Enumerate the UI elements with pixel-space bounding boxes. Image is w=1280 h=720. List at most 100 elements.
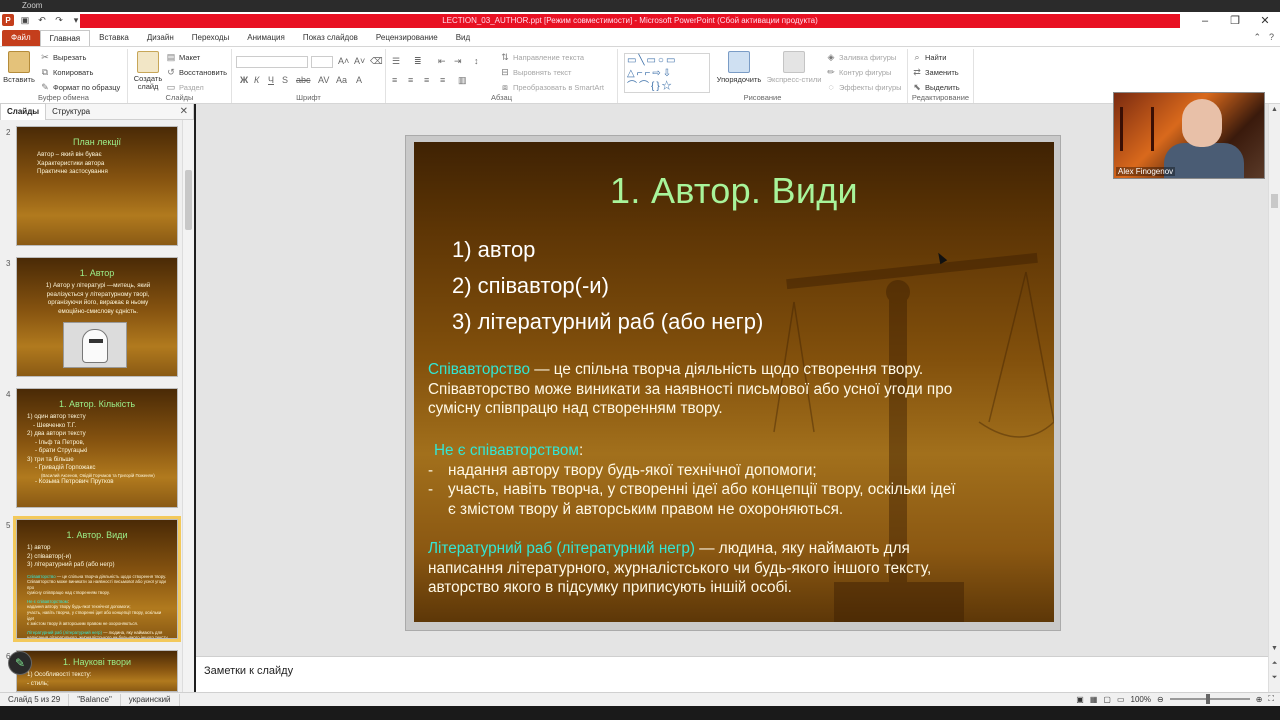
align-left-icon[interactable]: ≡ [392,75,397,85]
shapes-gallery[interactable]: ▭╲▭○▭ △⌐⌐⇨⇩ ⌒⌒{}☆ [624,53,710,93]
align-text-button[interactable]: ⊟ Выровнять текст [500,67,571,77]
collapse-ribbon-icon[interactable]: ⌃ [1253,32,1261,43]
zoom-in-icon[interactable]: ⊕ [1256,695,1263,704]
justify-icon[interactable]: ≡ [440,75,445,85]
font-name-combo[interactable] [236,56,308,68]
section-button[interactable]: ▭ Раздел [166,82,204,92]
zoom-level[interactable]: 100% [1131,695,1151,704]
zoom-slider[interactable] [1169,694,1250,704]
reading-view-icon[interactable]: ▢ [1103,695,1111,704]
tab-review[interactable]: Рецензирование [367,30,447,46]
shrink-font-icon[interactable]: A˅ [354,56,365,66]
slide-title[interactable]: 1. Автор. Види [414,170,1054,212]
tab-view[interactable]: Вид [447,30,479,46]
list-item: 3) літературний раб (або негр) [452,309,764,334]
tab-transitions[interactable]: Переходы [183,30,239,46]
slide-thumbnail[interactable]: 1. Автор. Кількість 1) один автор тексту… [16,388,178,508]
slide[interactable]: 1. Автор. Види 1) автор 2) співавтор(-и)… [414,142,1054,622]
quick-styles-button[interactable]: Экспресс-стили [766,51,822,84]
undo-icon[interactable]: ↶ [36,14,48,26]
clear-format-icon[interactable]: ⌫ [370,56,383,67]
participant-video[interactable]: Alex Finogenov [1113,92,1265,179]
slide-thumbnail[interactable]: 1. Автор 1) Автор у літературі —митець, … [16,257,178,377]
paste-button[interactable]: Вставить [2,51,36,84]
thumbnail-title: 1. Автор [79,268,115,278]
increase-indent-icon[interactable]: ⇥ [454,56,462,67]
next-slide-icon[interactable]: ⏷ [1269,674,1280,682]
language-indicator[interactable]: украинский [121,693,180,706]
new-slide-button[interactable]: Создать слайд [132,51,164,91]
font-color-icon[interactable]: A [356,75,362,85]
slide-thumbnail[interactable]: План лекції Автор – який він буває Харак… [16,126,178,246]
layout-button[interactable]: ▤ Макет [166,52,201,62]
paragraph-ghostwriter[interactable]: Літературний раб (літературний негр) — л… [428,539,931,598]
copy-button[interactable]: ⧉ Копировать [40,67,94,77]
paragraph-coauthorship[interactable]: Співавторство — це спільна творча діяльн… [428,360,952,419]
shape-fill-button[interactable]: ◈ Заливка фигуры [826,52,897,62]
close-pane-icon[interactable]: ✕ [180,106,188,117]
bullets-icon[interactable]: ☰ [392,56,400,67]
zoom-label: Zoom [22,1,43,10]
replace-button[interactable]: ⇄ Заменить [912,67,958,77]
grow-font-icon[interactable]: A˄ [338,56,349,66]
paragraph-not-coauthorship[interactable]: Не є співавторством: - надання автору тво… [428,441,956,519]
arrange-button[interactable]: Упорядочить [716,51,762,84]
text-direction-button[interactable]: ⇅ Направление текста [500,52,584,62]
cut-button[interactable]: ✂ Вырезать [40,52,86,62]
smartart-button[interactable]: ⧈ Преобразовать в SmartArt [500,82,604,92]
tab-slides[interactable]: Слайды [0,103,47,120]
scrollbar-thumb[interactable] [1271,194,1278,208]
font-size-combo[interactable] [311,56,333,68]
slide-thumbnail[interactable]: 1. Наукові твори 1) Особливості тексту: … [16,650,178,692]
align-center-icon[interactable]: ≡ [408,75,413,85]
effects-icon: ◌ [828,82,834,92]
annotate-pen-icon[interactable]: ✎ [8,651,32,675]
shadow-icon[interactable]: S [282,75,288,85]
tab-animations[interactable]: Анимация [238,30,294,46]
shape-effects-button[interactable]: ◌ Эффекты фигуры [826,82,901,92]
tab-slideshow[interactable]: Показ слайдов [294,30,367,46]
tab-design[interactable]: Дизайн [138,30,183,46]
underline-icon[interactable]: Ч [268,75,274,85]
help-icon[interactable]: ? [1269,32,1274,43]
bold-icon[interactable]: Ж [240,75,248,85]
slides-pane-scrollbar[interactable] [182,120,194,692]
close-button[interactable]: ✕ [1250,12,1280,30]
tab-insert[interactable]: Вставка [90,30,138,46]
powerpoint-app-icon[interactable]: P [2,14,14,26]
tab-file[interactable]: Файл [2,30,40,46]
scrollbar-thumb[interactable] [185,170,192,230]
scroll-up-icon[interactable]: ▲ [1269,106,1280,113]
align-right-icon[interactable]: ≡ [424,75,429,85]
redo-icon[interactable]: ↷ [53,14,65,26]
select-button[interactable]: ⬉ Выделить [912,82,959,92]
save-icon[interactable]: ▣ [19,14,31,26]
shape-outline-button[interactable]: ✏ Контур фигуры [826,67,891,77]
strike-icon[interactable]: abc [296,75,311,85]
reset-button[interactable]: ↺ Восстановить [166,67,227,77]
columns-icon[interactable]: ▥ [458,75,467,86]
slide-list[interactable]: 1) автор 2) співавтор(-и) 3) літературни… [452,232,763,340]
previous-slide-icon[interactable]: ⏶ [1269,660,1280,668]
notes-input[interactable]: Заметки к слайду [196,656,1268,692]
normal-view-icon[interactable]: ▣ [1076,695,1084,704]
scroll-down-icon[interactable]: ▼ [1269,645,1280,652]
spacing-icon[interactable]: AV [318,75,329,85]
tab-outline[interactable]: Структура [46,104,96,120]
slide-thumbnail-selected[interactable]: 1. Автор. Види 1) автор 2) співавтор(-и)… [13,516,181,642]
format-painter-button[interactable]: ✎ Формат по образцу [40,82,120,92]
slideshow-view-icon[interactable]: ▭ [1117,695,1125,704]
numbering-icon[interactable]: ≣ [414,56,422,67]
vertical-scrollbar[interactable]: ▲ ▼ ⏶ ⏷ [1268,104,1280,692]
line-spacing-icon[interactable]: ↕ [474,56,479,66]
decrease-indent-icon[interactable]: ⇤ [438,56,446,67]
tab-home[interactable]: Главная [39,30,91,46]
find-button[interactable]: ⌕ Найти [912,52,946,62]
sorter-view-icon[interactable]: ▦ [1090,695,1098,704]
fit-slide-icon[interactable]: ⛶ [1268,694,1274,704]
minimize-button[interactable]: – [1190,12,1220,30]
italic-icon[interactable]: К [254,75,259,85]
restore-button[interactable]: ❐ [1220,12,1250,30]
zoom-out-icon[interactable]: ⊖ [1157,695,1164,704]
case-icon[interactable]: Aa [336,75,347,85]
